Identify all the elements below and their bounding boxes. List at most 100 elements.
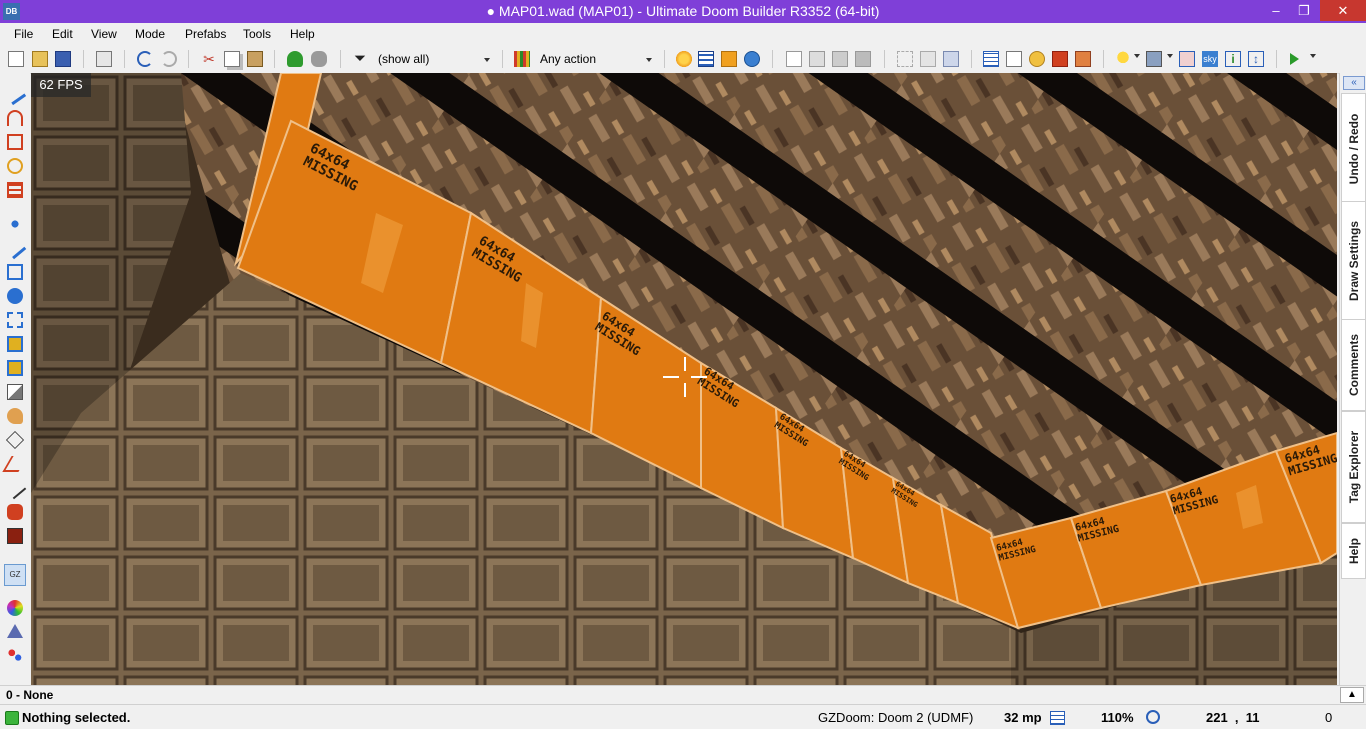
draw-curve-icon[interactable] bbox=[7, 110, 23, 126]
chevron-down-icon bbox=[646, 58, 652, 62]
prefab-elephant-icon[interactable] bbox=[311, 51, 327, 67]
gzdoom-mode-icon[interactable]: GZ bbox=[4, 564, 26, 586]
toolbar-separator bbox=[340, 50, 341, 68]
menu-bar: File Edit View Mode Prefabs Tools Help bbox=[0, 23, 1366, 45]
terrain-icon[interactable] bbox=[7, 624, 23, 638]
action-filter-dropdown[interactable]: Any action bbox=[536, 49, 656, 69]
grid-setup-icon[interactable] bbox=[983, 51, 999, 67]
toolbar-separator bbox=[502, 50, 503, 68]
tab-undo-redo[interactable]: Undo / Redo bbox=[1341, 93, 1366, 205]
sectors-mode-icon[interactable] bbox=[7, 264, 23, 280]
toggle-comments-icon[interactable] bbox=[721, 51, 737, 67]
view-floors-icon[interactable] bbox=[832, 51, 848, 67]
view-wireframe-icon[interactable] bbox=[786, 51, 802, 67]
undo-icon[interactable] bbox=[137, 51, 153, 67]
auto-clear-sidedefs-icon[interactable] bbox=[943, 51, 959, 67]
things-mode-icon[interactable] bbox=[7, 288, 23, 304]
3d-floor-icon[interactable] bbox=[5, 430, 25, 450]
save-map-icon[interactable] bbox=[55, 51, 71, 67]
line-mode-icon[interactable] bbox=[3, 476, 27, 500]
menu-edit[interactable]: Edit bbox=[52, 27, 73, 41]
slope-mode-icon[interactable] bbox=[2, 456, 28, 472]
minimize-button[interactable]: – bbox=[1262, 0, 1290, 21]
mode-toolbar: GZ bbox=[0, 73, 30, 685]
redo-icon[interactable] bbox=[161, 51, 177, 67]
screenshot-icon[interactable] bbox=[1146, 51, 1162, 67]
scatter-icon[interactable] bbox=[7, 648, 23, 664]
sound-propagation-icon[interactable] bbox=[7, 408, 23, 424]
title-bar: DB ● MAP01.wad (MAP01) - Ultimate Doom B… bbox=[0, 0, 1366, 23]
cut-icon[interactable]: ✂ bbox=[201, 51, 217, 67]
copy-icon[interactable] bbox=[224, 51, 240, 67]
toggle-grid-icon[interactable] bbox=[698, 51, 714, 67]
floor-plane-icon[interactable] bbox=[7, 384, 23, 400]
sky-icon[interactable]: sky bbox=[1202, 51, 1218, 67]
tag-icon[interactable] bbox=[1029, 51, 1045, 67]
split-joined-sectors-icon[interactable] bbox=[920, 51, 936, 67]
main-toolbar: ✂ ⏷ (show all) Any action sky i ↕ bbox=[0, 45, 1366, 74]
double-chevron-left-icon[interactable]: « bbox=[1343, 76, 1365, 90]
tab-tag-explorer[interactable]: Tag Explorer bbox=[1341, 411, 1366, 523]
visual-mode-viewport[interactable]: 64x64 MISSING 64x64 MISSING 64x64 MISSIN… bbox=[31, 73, 1337, 685]
visual-mode-icon[interactable] bbox=[7, 360, 23, 376]
menu-prefabs[interactable]: Prefabs bbox=[185, 27, 226, 41]
paint-icon[interactable] bbox=[1075, 51, 1091, 67]
menu-view[interactable]: View bbox=[91, 27, 117, 41]
menu-help[interactable]: Help bbox=[290, 27, 315, 41]
zoom-icon[interactable] bbox=[1146, 710, 1160, 724]
chevron-down-icon[interactable] bbox=[1134, 54, 1140, 58]
toggle-models-icon[interactable] bbox=[744, 51, 760, 67]
vertices-mode-icon[interactable] bbox=[7, 216, 23, 232]
script-editor-icon[interactable] bbox=[96, 51, 112, 67]
menu-mode[interactable]: Mode bbox=[135, 27, 165, 41]
fps-counter: 62 FPS bbox=[31, 73, 91, 97]
grid-size[interactable]: 32 mp bbox=[1004, 710, 1042, 725]
new-map-icon[interactable] bbox=[8, 51, 24, 67]
draw-lines-icon[interactable] bbox=[3, 82, 27, 106]
color-picker-icon[interactable] bbox=[7, 600, 23, 616]
status-message: Nothing selected. bbox=[22, 710, 131, 725]
close-button[interactable]: ✕ bbox=[1320, 0, 1366, 21]
height-icon[interactable]: ↕ bbox=[1248, 51, 1264, 67]
toolbar-separator bbox=[971, 50, 972, 68]
things-filter-value: (show all) bbox=[378, 52, 430, 66]
chevron-up-icon[interactable]: ▲ bbox=[1340, 687, 1364, 703]
toolbar-separator bbox=[83, 50, 84, 68]
zoom-mode-icon[interactable] bbox=[7, 504, 23, 520]
toolbar-separator bbox=[1103, 50, 1104, 68]
tab-draw-settings[interactable]: Draw Settings bbox=[1341, 201, 1366, 321]
image-mode-icon[interactable] bbox=[7, 528, 23, 544]
open-map-icon[interactable] bbox=[32, 51, 48, 67]
paste-icon[interactable] bbox=[247, 51, 263, 67]
things-filter-dropdown[interactable]: (show all) bbox=[374, 49, 494, 69]
make-sectors-icon[interactable] bbox=[7, 336, 23, 352]
menu-file[interactable]: File bbox=[14, 27, 33, 41]
insert-prefab-icon[interactable] bbox=[287, 51, 303, 67]
maximize-button[interactable]: ❐ bbox=[1290, 0, 1318, 21]
menu-tools[interactable]: Tools bbox=[243, 27, 271, 41]
draw-grid-icon[interactable] bbox=[7, 182, 23, 198]
tab-comments[interactable]: Comments bbox=[1341, 319, 1366, 411]
status-bar: Nothing selected. GZDoom: Doom 2 (UDMF) … bbox=[0, 704, 1366, 729]
view-brightness-icon[interactable] bbox=[809, 51, 825, 67]
fog-icon[interactable] bbox=[1179, 51, 1195, 67]
zoom-level[interactable]: 110% bbox=[1101, 710, 1134, 725]
lightbulb-icon[interactable] bbox=[1115, 51, 1131, 67]
draw-ellipse-icon[interactable] bbox=[7, 158, 23, 174]
linedefs-mode-icon[interactable] bbox=[3, 236, 27, 260]
tab-help[interactable]: Help bbox=[1341, 523, 1366, 579]
grid-icon[interactable] bbox=[1050, 711, 1065, 725]
game-configuration[interactable]: GZDoom: Doom 2 (UDMF) bbox=[818, 710, 973, 725]
texture-browser-icon[interactable] bbox=[1006, 51, 1022, 67]
merge-geometry-icon[interactable] bbox=[897, 51, 913, 67]
play-test-icon[interactable] bbox=[1290, 53, 1299, 65]
view-ceilings-icon[interactable] bbox=[855, 51, 871, 67]
info-icon[interactable]: i bbox=[1225, 51, 1241, 67]
linedef-actions-icon bbox=[514, 51, 530, 67]
brightness-icon[interactable] bbox=[676, 51, 692, 67]
chevron-down-icon[interactable] bbox=[1310, 54, 1316, 58]
sound-environment-icon[interactable] bbox=[7, 312, 23, 328]
draw-rectangle-icon[interactable] bbox=[7, 134, 23, 150]
chevron-down-icon[interactable] bbox=[1167, 54, 1173, 58]
flags-icon[interactable] bbox=[1052, 51, 1068, 67]
